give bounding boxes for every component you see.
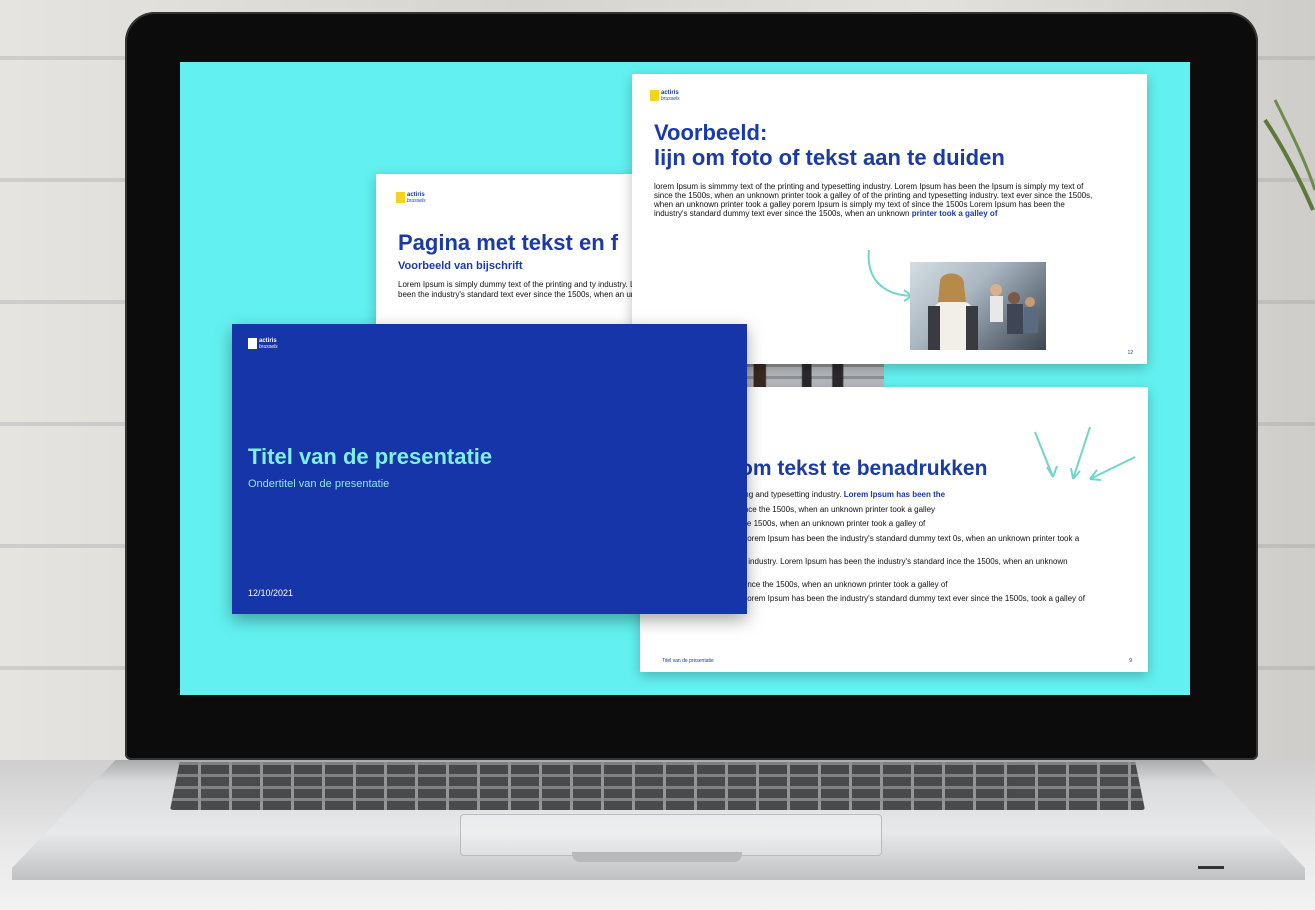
actiris-logo: actiris brussels bbox=[248, 338, 278, 350]
keyboard-rows bbox=[170, 762, 1145, 810]
laptop-screen: actiris brussels Pagina met tekst en f Vo… bbox=[180, 62, 1190, 695]
slide-text-photo: actiris brussels Pagina met tekst en f Vo… bbox=[376, 174, 666, 334]
logo-square-icon bbox=[396, 192, 405, 203]
logo-square-icon bbox=[248, 338, 257, 349]
emphasis-arrows-icon bbox=[1034, 426, 1136, 481]
line-highlight: Lorem Ipsum has been the bbox=[843, 490, 946, 499]
slide-caption: Voorbeeld van bijschrift bbox=[398, 260, 523, 272]
plant-leaves bbox=[1263, 99, 1315, 211]
actiris-logo: actiris brussels bbox=[396, 192, 426, 204]
slide-line-to-photo: actiris brussels Voorbeeld: lijn om foto … bbox=[632, 74, 1147, 364]
body-text: lorem Ipsum is simmmy text of the printi… bbox=[654, 182, 1093, 218]
trackpad bbox=[460, 814, 882, 856]
body-highlight: printer took a galley of bbox=[911, 209, 998, 218]
page-number: 12 bbox=[1127, 350, 1133, 356]
people-illustration bbox=[928, 273, 1038, 350]
slide-body-text: Lorem Ipsum is simply dummy text of the … bbox=[398, 280, 666, 299]
slide-footer: Titel van de presentatie bbox=[662, 658, 714, 664]
title-line-2: lijn om foto of tekst aan te duiden bbox=[654, 145, 1005, 170]
slide-body-text: lorem Ipsum is simmmy text of the printi… bbox=[654, 182, 1094, 218]
presentation-subtitle: Ondertitel van de presentatie bbox=[248, 478, 390, 490]
office-photo bbox=[910, 262, 1046, 350]
logo-tagline: brussels bbox=[661, 96, 680, 102]
logo-tagline: brussels bbox=[407, 198, 426, 204]
presentation-title: Titel van de presentatie bbox=[248, 444, 493, 469]
lid-opening-notch bbox=[572, 852, 742, 862]
slide-title: Voorbeeld: lijn om foto of tekst aan te … bbox=[654, 120, 1005, 170]
title-line-1: Voorbeeld: bbox=[654, 120, 768, 145]
slide-title: om tekst te benadrukken bbox=[740, 457, 988, 480]
logo-tagline: brussels bbox=[259, 344, 278, 350]
page-number: 9 bbox=[1129, 658, 1132, 664]
actiris-logo: actiris brussels bbox=[650, 90, 680, 102]
presentation-date: 12/10/2021 bbox=[248, 588, 294, 598]
logo-square-icon bbox=[650, 90, 659, 101]
slide-title-slide: actiris brussels Titel van de presentatie… bbox=[232, 324, 747, 614]
slide-title: Pagina met tekst en f bbox=[398, 230, 619, 255]
status-light bbox=[1198, 866, 1224, 869]
